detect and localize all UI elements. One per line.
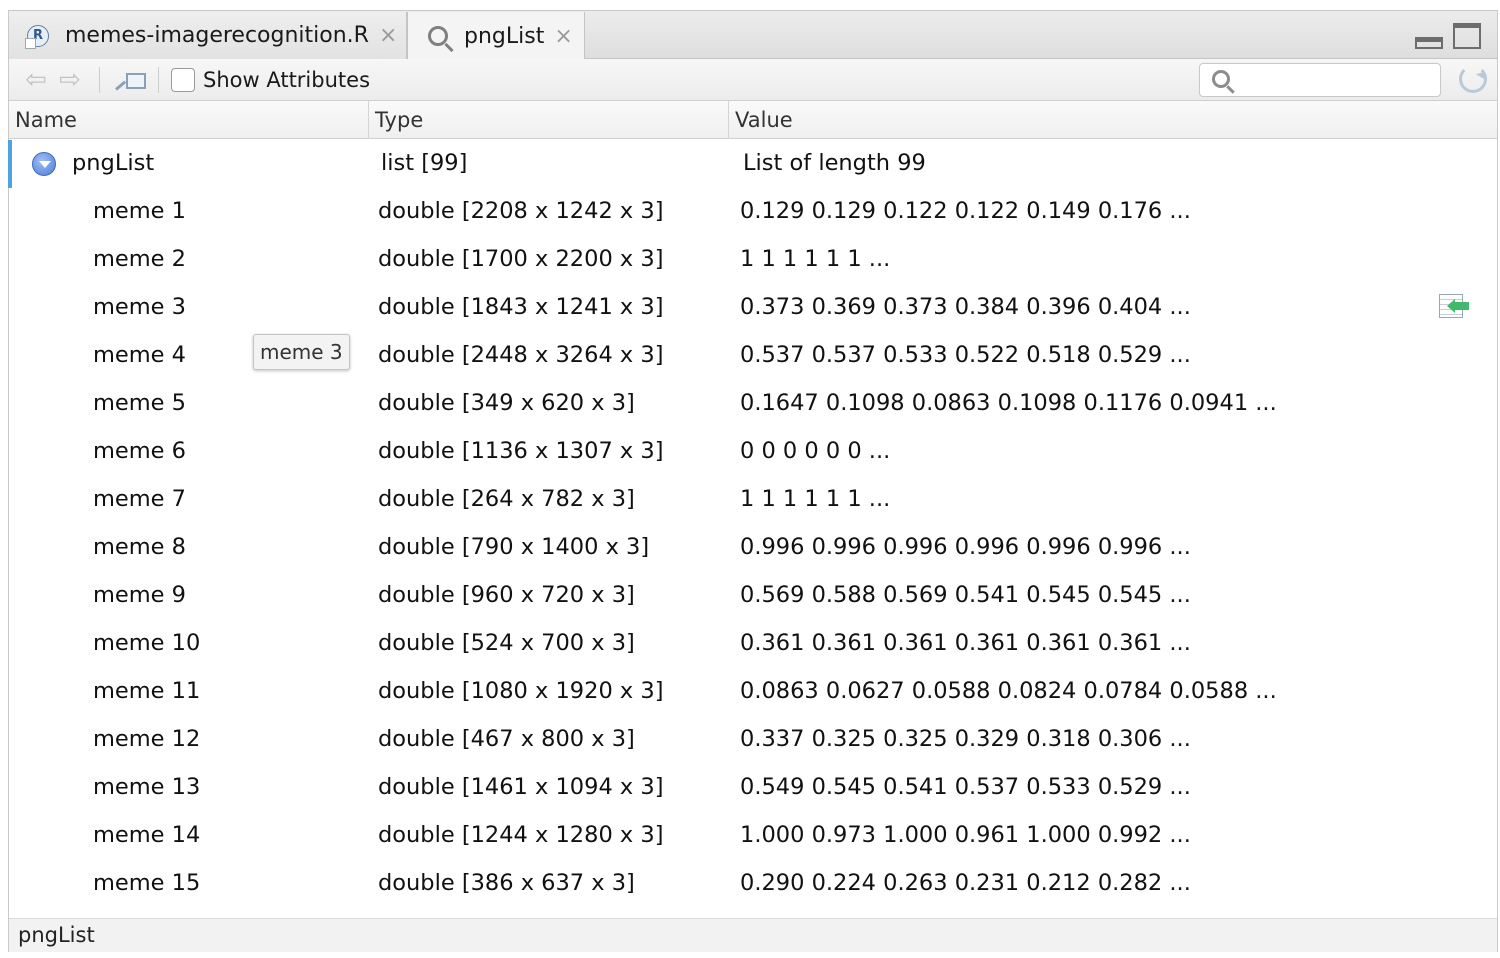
row-type: double [386 x 637 x 3] bbox=[378, 870, 635, 896]
table-row[interactable]: meme 6 double [1136 x 1307 x 3] 0 0 0 0 … bbox=[9, 428, 1497, 476]
row-type: double [1700 x 2200 x 3] bbox=[378, 246, 664, 272]
row-value: 1 1 1 1 1 1 ... bbox=[740, 486, 891, 512]
row-value: 0.290 0.224 0.263 0.231 0.212 0.282 ... bbox=[740, 870, 1191, 896]
row-type: double [960 x 720 x 3] bbox=[378, 582, 635, 608]
search-icon bbox=[428, 26, 448, 46]
row-name: meme 12 bbox=[93, 726, 201, 752]
row-type: double [790 x 1400 x 3] bbox=[378, 534, 650, 560]
search-input[interactable] bbox=[1240, 66, 1436, 94]
row-type: double [467 x 800 x 3] bbox=[378, 726, 635, 752]
toolbar-divider bbox=[158, 66, 159, 93]
data-viewer-pane: R memes-imagerecognition.R × pngList × ⇦… bbox=[8, 10, 1498, 952]
row-value: 0.361 0.361 0.361 0.361 0.361 0.361 ... bbox=[740, 630, 1191, 656]
row-value: 0.129 0.129 0.122 0.122 0.149 0.176 ... bbox=[740, 198, 1191, 224]
table-row[interactable]: meme 14 double [1244 x 1280 x 3] 1.000 0… bbox=[9, 812, 1497, 860]
row-type: double [1843 x 1241 x 3] bbox=[378, 294, 664, 320]
table-row[interactable]: meme 11 double [1080 x 1920 x 3] 0.0863 … bbox=[9, 668, 1497, 716]
table-row[interactable]: meme 7 double [264 x 782 x 3] 1 1 1 1 1 … bbox=[9, 476, 1497, 524]
show-attributes-label: Show Attributes bbox=[203, 67, 371, 92]
row-type: double [1080 x 1920 x 3] bbox=[378, 678, 664, 704]
row-value: 0.537 0.537 0.533 0.522 0.518 0.529 ... bbox=[740, 342, 1191, 368]
forward-arrow-icon[interactable]: ⇨ bbox=[53, 65, 87, 95]
toolbar: ⇦ ⇨ Show Attributes bbox=[9, 59, 1497, 101]
tab-pnglist-label: pngList bbox=[464, 23, 545, 49]
close-icon[interactable]: × bbox=[379, 23, 397, 48]
row-value: 1.000 0.973 1.000 0.961 1.000 0.992 ... bbox=[740, 822, 1191, 848]
row-name: pngList bbox=[72, 150, 155, 176]
popout-icon[interactable] bbox=[115, 69, 146, 91]
row-name: meme 13 bbox=[93, 774, 201, 800]
row-name: meme 11 bbox=[93, 678, 201, 704]
table-row[interactable]: meme 9 double [960 x 720 x 3] 0.569 0.58… bbox=[9, 572, 1497, 620]
row-value: 0 0 0 0 0 0 ... bbox=[740, 438, 891, 464]
table-row[interactable]: meme 8 double [790 x 1400 x 3] 0.996 0.9… bbox=[9, 524, 1497, 572]
row-name: meme 7 bbox=[93, 486, 186, 512]
row-type: double [2208 x 1242 x 3] bbox=[378, 198, 664, 224]
row-type: list [99] bbox=[381, 150, 468, 176]
table-row[interactable]: meme 3 double [1843 x 1241 x 3] 0.373 0.… bbox=[9, 284, 1497, 332]
table-row[interactable]: meme 2 double [1700 x 2200 x 3] 1 1 1 1 … bbox=[9, 236, 1497, 284]
column-headers: Name Type Value bbox=[9, 101, 1497, 139]
tab-script[interactable]: R memes-imagerecognition.R × bbox=[9, 12, 407, 59]
row-name: meme 6 bbox=[93, 438, 186, 464]
tab-script-label: memes-imagerecognition.R bbox=[65, 23, 369, 48]
table-row[interactable]: meme 4 double [2448 x 3264 x 3] 0.537 0.… bbox=[9, 332, 1497, 380]
tree-root-row[interactable]: pngList list [99] List of length 99 bbox=[8, 140, 1497, 188]
table-row[interactable]: meme 10 double [524 x 700 x 3] 0.361 0.3… bbox=[9, 620, 1497, 668]
row-value: List of length 99 bbox=[743, 150, 926, 176]
view-data-icon[interactable] bbox=[1439, 294, 1471, 320]
row-name: meme 3 bbox=[93, 294, 186, 320]
row-value: 1 1 1 1 1 1 ... bbox=[740, 246, 891, 272]
tab-pnglist[interactable]: pngList × bbox=[407, 12, 585, 60]
row-type: double [1244 x 1280 x 3] bbox=[378, 822, 664, 848]
window-buttons bbox=[1415, 23, 1481, 49]
magnifier-icon bbox=[1212, 70, 1230, 88]
refresh-icon[interactable] bbox=[1459, 65, 1487, 93]
row-value: 0.373 0.369 0.373 0.384 0.396 0.404 ... bbox=[740, 294, 1191, 320]
status-bar: pngList bbox=[9, 918, 1497, 952]
table-row[interactable]: meme 5 double [349 x 620 x 3] 0.1647 0.1… bbox=[9, 380, 1497, 428]
close-icon[interactable]: × bbox=[554, 24, 572, 49]
row-value: 0.1647 0.1098 0.0863 0.1098 0.1176 0.094… bbox=[740, 390, 1277, 416]
back-arrow-icon[interactable]: ⇦ bbox=[19, 65, 53, 95]
r-file-icon: R bbox=[25, 24, 49, 49]
table-row[interactable]: meme 1 double [2208 x 1242 x 3] 0.129 0.… bbox=[9, 188, 1497, 236]
maximize-icon[interactable] bbox=[1453, 23, 1481, 49]
row-name: meme 1 bbox=[93, 198, 186, 224]
row-name: meme 14 bbox=[93, 822, 201, 848]
row-name: meme 10 bbox=[93, 630, 201, 656]
row-name: meme 8 bbox=[93, 534, 186, 560]
row-type: double [264 x 782 x 3] bbox=[378, 486, 635, 512]
row-value: 0.0863 0.0627 0.0588 0.0824 0.0784 0.058… bbox=[740, 678, 1277, 704]
tab-strip: R memes-imagerecognition.R × pngList × bbox=[9, 11, 1497, 60]
search-box[interactable] bbox=[1199, 63, 1441, 97]
row-name: meme 4 bbox=[93, 342, 186, 368]
row-value: 0.337 0.325 0.325 0.329 0.318 0.306 ... bbox=[740, 726, 1191, 752]
column-header-value[interactable]: Value bbox=[729, 101, 1499, 139]
column-header-type[interactable]: Type bbox=[369, 101, 729, 139]
row-name: meme 5 bbox=[93, 390, 186, 416]
row-name: meme 15 bbox=[93, 870, 201, 896]
row-tooltip: meme 3 bbox=[253, 334, 350, 370]
row-value: 0.549 0.545 0.541 0.537 0.533 0.529 ... bbox=[740, 774, 1191, 800]
toolbar-divider bbox=[99, 66, 100, 93]
table-row[interactable]: meme 12 double [467 x 800 x 3] 0.337 0.3… bbox=[9, 716, 1497, 764]
minimize-icon[interactable] bbox=[1415, 37, 1443, 49]
table-row[interactable]: meme 15 double [386 x 637 x 3] 0.290 0.2… bbox=[9, 860, 1497, 908]
row-type: double [2448 x 3264 x 3] bbox=[378, 342, 664, 368]
table-row[interactable]: meme 13 double [1461 x 1094 x 3] 0.549 0… bbox=[9, 764, 1497, 812]
row-name: meme 9 bbox=[93, 582, 186, 608]
object-tree: pngList list [99] List of length 99 meme… bbox=[8, 140, 1497, 908]
column-header-name[interactable]: Name bbox=[9, 101, 369, 139]
row-name: meme 2 bbox=[93, 246, 186, 272]
row-type: double [1136 x 1307 x 3] bbox=[378, 438, 664, 464]
row-value: 0.996 0.996 0.996 0.996 0.996 0.996 ... bbox=[740, 534, 1191, 560]
row-type: double [1461 x 1094 x 3] bbox=[378, 774, 664, 800]
show-attributes-checkbox[interactable] bbox=[171, 67, 195, 92]
row-type: double [349 x 620 x 3] bbox=[378, 390, 635, 416]
row-value: 0.569 0.588 0.569 0.541 0.545 0.545 ... bbox=[740, 582, 1191, 608]
row-type: double [524 x 700 x 3] bbox=[378, 630, 635, 656]
collapse-expand-icon[interactable] bbox=[32, 152, 56, 176]
